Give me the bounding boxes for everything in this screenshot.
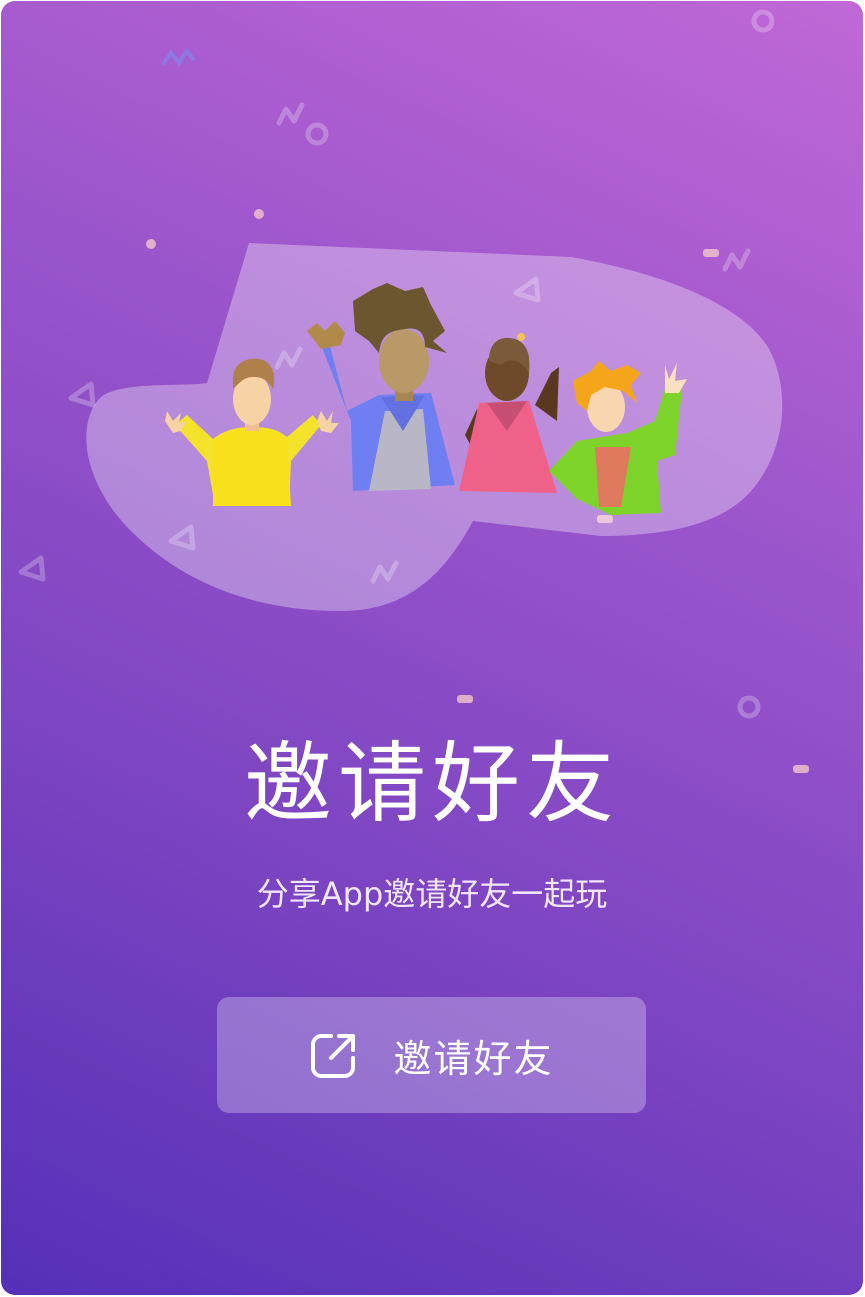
invite-button-label: 邀请好友 <box>393 1036 554 1081</box>
page-title: 邀请好友 <box>243 732 620 835</box>
invite-card: 邀请好友 分享App邀请好友一起玩 邀请好友 <box>1 1 863 1295</box>
share-icon <box>311 1034 356 1078</box>
friends-illustration <box>86 243 783 611</box>
invite-friends-button[interactable]: 邀请好友 <box>217 997 646 1113</box>
page-subtitle: 分享App邀请好友一起玩 <box>256 875 608 913</box>
